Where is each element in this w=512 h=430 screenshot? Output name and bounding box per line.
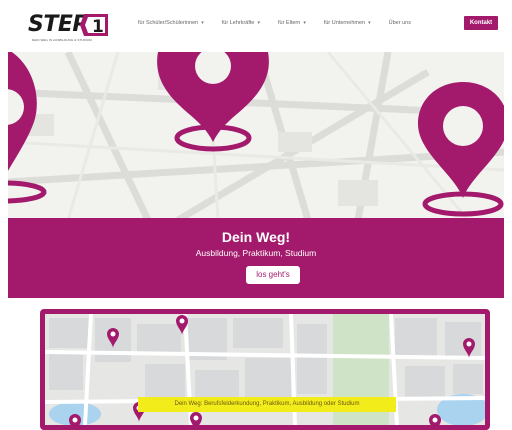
page-subtitle: Ausbildung, Praktikum, Studium (195, 248, 317, 258)
nav-item-lehrkraefte[interactable]: für Lehrkräfte ▾ (222, 20, 260, 26)
chevron-down-icon: ▾ (201, 20, 204, 26)
nav-item-label: für Lehrkräfte (221, 20, 255, 26)
nav-item-label: für Unternehmen (323, 20, 366, 26)
hero-map-image (8, 52, 504, 220)
logo-step-1-icon: 1 (80, 14, 108, 37)
site-header: STEP 1 DEIN WEG IN AUSBILDUNG & STUDIUM … (0, 0, 512, 48)
main-nav: für Schüler/Schülerinnen ▾ für Lehrkräfte… (138, 20, 429, 26)
map-pin-icon (418, 82, 504, 217)
chevron-down-icon: ▾ (368, 20, 371, 26)
map-illustration (8, 52, 504, 220)
nav-item-unternehmen[interactable]: für Unternehmen ▾ (324, 20, 371, 26)
chevron-down-icon: ▾ (303, 20, 306, 26)
map-pin-icon (190, 412, 202, 425)
nav-item-eltern[interactable]: für Eltern ▾ (278, 20, 306, 26)
chevron-down-icon: ▾ (257, 20, 260, 26)
cta-button[interactable]: los geht's (246, 266, 300, 284)
map-teaser[interactable]: Dein Weg: Berufsfelderkundung, Praktikum… (40, 309, 490, 430)
nav-item-ueber-uns[interactable]: Über uns (389, 20, 411, 26)
nav-item-label: für Eltern (277, 20, 301, 26)
logo-tagline: DEIN WEG IN AUSBILDUNG & STUDIUM (32, 38, 92, 42)
page-title: Dein Weg! (221, 229, 291, 245)
hero-banner: Dein Weg! Ausbildung, Praktikum, Studium… (8, 218, 504, 298)
contact-button[interactable]: Kontakt (464, 16, 498, 30)
map-caption: Dein Weg: Berufsfelderkundung, Praktikum… (138, 397, 396, 412)
nav-item-schueler[interactable]: für Schüler/Schülerinnen ▾ (138, 20, 204, 26)
nav-item-label: Über uns (388, 20, 411, 26)
nav-item-label: für Schüler/Schülerinnen (138, 20, 199, 26)
svg-text:1: 1 (92, 17, 104, 37)
